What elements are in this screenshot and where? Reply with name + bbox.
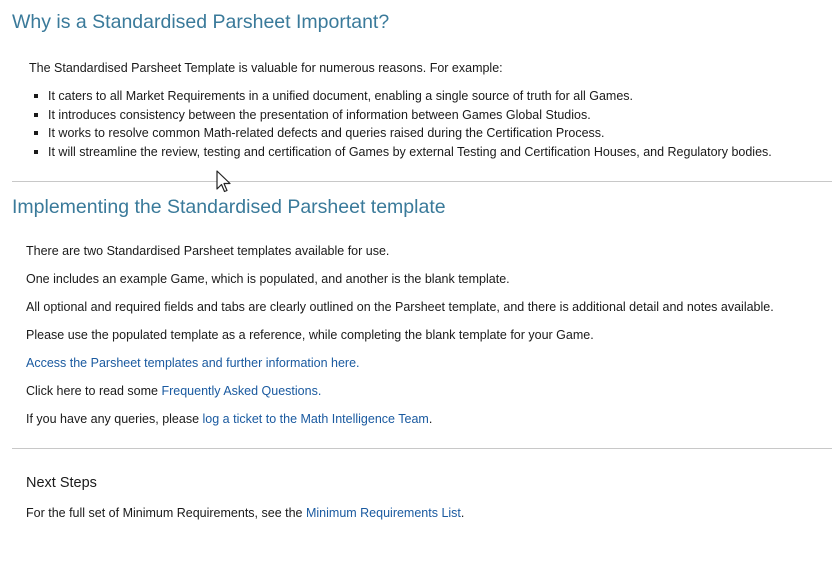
log-ticket-link[interactable]: log a ticket to the Math Intelligence Te… [203, 412, 429, 426]
next-steps-suffix: . [460, 506, 465, 520]
section-heading-next-steps: Next Steps [26, 475, 97, 491]
paragraph-use-populated: Please use the populated template as a r… [26, 328, 594, 342]
next-steps-prefix: For the full set of Minimum Requirements… [26, 506, 306, 520]
divider [12, 181, 832, 182]
paragraph-access: Access the Parsheet templates and furthe… [26, 355, 360, 371]
paragraph-next-steps: For the full set of Minimum Requirements… [26, 505, 464, 521]
reasons-list: It caters to all Market Requirements in … [34, 87, 772, 161]
list-item: It will streamline the review, testing a… [34, 143, 772, 162]
faq-prefix: Click here to read some [26, 384, 162, 398]
paragraph-queries: If you have any queries, please log a ti… [26, 411, 432, 427]
queries-suffix: . [428, 412, 433, 426]
list-item: It works to resolve common Math-related … [34, 124, 772, 143]
queries-prefix: If you have any queries, please [26, 412, 203, 426]
list-item: It caters to all Market Requirements in … [34, 87, 772, 106]
paragraph-faq: Click here to read some Frequently Asked… [26, 383, 321, 399]
section-heading-implementing: Implementing the Standardised Parsheet t… [12, 196, 446, 218]
section-heading-why-important: Why is a Standardised Parsheet Important… [12, 11, 390, 33]
page: Why is a Standardised Parsheet Important… [0, 0, 832, 564]
faq-link[interactable]: Frequently Asked Questions. [161, 384, 321, 398]
list-item: It introduces consistency between the pr… [34, 106, 772, 125]
intro-text: The Standardised Parsheet Template is va… [29, 61, 503, 75]
mouse-pointer-icon [216, 170, 231, 193]
minimum-requirements-link[interactable]: Minimum Requirements List [306, 506, 461, 520]
access-templates-link[interactable]: Access the Parsheet templates and furthe… [26, 356, 360, 370]
paragraph-example-game: One includes an example Game, which is p… [26, 272, 510, 286]
divider [12, 448, 832, 449]
paragraph-templates-available: There are two Standardised Parsheet temp… [26, 244, 390, 258]
paragraph-fields-outlined: All optional and required fields and tab… [26, 300, 774, 314]
